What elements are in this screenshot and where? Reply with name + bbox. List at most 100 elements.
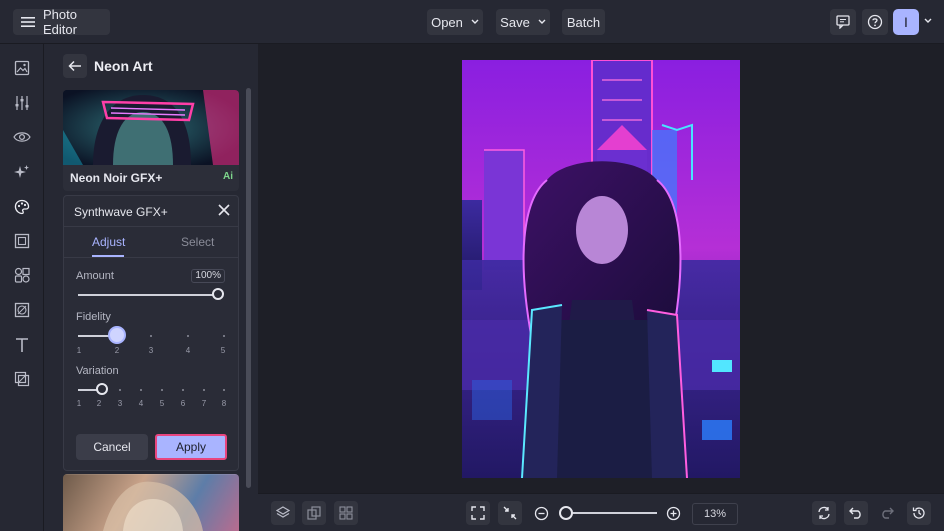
layers-icon bbox=[276, 506, 290, 520]
reset-button[interactable] bbox=[812, 501, 836, 525]
fidelity-tick-label: 1 bbox=[76, 346, 82, 355]
avatar[interactable]: I bbox=[893, 9, 919, 35]
effects-panel: Neon Art Neon Noir GFX+ Ai Synthwave GFX… bbox=[44, 44, 258, 531]
apply-button[interactable]: Apply bbox=[155, 434, 227, 460]
help-button[interactable] bbox=[862, 9, 888, 35]
effect-thumbnail-neon-noir[interactable] bbox=[63, 90, 239, 165]
help-icon bbox=[867, 14, 883, 30]
fit-screen-button[interactable] bbox=[466, 501, 490, 525]
back-button[interactable] bbox=[63, 54, 87, 78]
effect-settings-title: Synthwave GFX+ bbox=[74, 205, 168, 219]
photo-canvas[interactable] bbox=[462, 60, 740, 478]
fidelity-tick bbox=[187, 335, 189, 337]
chevron-down-icon bbox=[538, 19, 546, 25]
feedback-button[interactable] bbox=[830, 9, 856, 35]
history-icon bbox=[912, 506, 926, 520]
batch-label: Batch bbox=[566, 14, 601, 30]
chevron-down-icon[interactable] bbox=[924, 18, 932, 24]
compare-button[interactable] bbox=[302, 501, 326, 525]
fidelity-tick bbox=[150, 335, 152, 337]
redo-button[interactable] bbox=[875, 501, 899, 525]
cancel-button[interactable]: Cancel bbox=[76, 434, 148, 460]
variation-tick bbox=[119, 389, 121, 391]
variation-tick-label: 3 bbox=[117, 399, 123, 408]
variation-slider-thumb[interactable] bbox=[96, 383, 108, 395]
tab-select[interactable]: Select bbox=[181, 235, 214, 249]
active-tab-indicator bbox=[92, 255, 124, 257]
sliders-icon bbox=[14, 95, 30, 111]
fidelity-tick-label: 5 bbox=[220, 346, 226, 355]
amount-slider-track[interactable] bbox=[78, 294, 220, 296]
effect-thumbnail-next[interactable] bbox=[63, 474, 239, 531]
collapse-icon bbox=[503, 506, 517, 520]
overlay-tool[interactable] bbox=[11, 299, 33, 321]
variation-tick-label: 2 bbox=[96, 399, 102, 408]
refresh-icon bbox=[817, 506, 831, 520]
layers-button[interactable] bbox=[271, 501, 295, 525]
tab-adjust[interactable]: Adjust bbox=[92, 235, 125, 249]
variation-label: Variation bbox=[76, 365, 119, 377]
fidelity-slider-thumb[interactable] bbox=[108, 326, 126, 344]
zoom-value-field[interactable]: 13% bbox=[692, 503, 738, 525]
close-icon[interactable] bbox=[216, 202, 232, 218]
variation-tick-label: 7 bbox=[201, 399, 207, 408]
fidelity-tick-label: 2 bbox=[114, 346, 120, 355]
expand-icon bbox=[471, 506, 485, 520]
history-button[interactable] bbox=[907, 501, 931, 525]
text-tool[interactable] bbox=[11, 334, 33, 356]
hamburger-icon bbox=[21, 16, 35, 28]
variation-tick bbox=[140, 389, 142, 391]
top-bar: Photo Editor Open Save Batch I bbox=[0, 0, 944, 44]
actual-size-button[interactable] bbox=[498, 501, 522, 525]
save-button[interactable]: Save bbox=[496, 9, 550, 35]
grid-button[interactable] bbox=[334, 501, 358, 525]
effect-card-footer[interactable]: Neon Noir GFX+ Ai bbox=[63, 165, 239, 191]
graphics-tool[interactable] bbox=[11, 264, 33, 286]
variation-tick bbox=[203, 389, 205, 391]
avatar-initial: I bbox=[904, 14, 908, 30]
zoom-in-icon[interactable] bbox=[666, 506, 681, 521]
chevron-down-icon bbox=[471, 19, 479, 25]
eye-icon bbox=[13, 131, 31, 143]
undo-icon bbox=[849, 507, 863, 519]
texture-icon bbox=[14, 302, 30, 318]
frames-tool[interactable] bbox=[11, 230, 33, 252]
text-icon bbox=[14, 337, 30, 353]
open-button[interactable]: Open bbox=[427, 9, 483, 35]
ai-badge: Ai bbox=[223, 171, 233, 182]
undo-button[interactable] bbox=[844, 501, 868, 525]
batch-button[interactable]: Batch bbox=[562, 9, 605, 35]
zoom-out-icon[interactable] bbox=[534, 506, 549, 521]
artsy-tool[interactable] bbox=[11, 196, 33, 218]
variation-tick-label: 5 bbox=[159, 399, 165, 408]
amount-value-field[interactable]: 100% bbox=[191, 269, 225, 283]
app-title: Photo Editor bbox=[43, 7, 77, 37]
adjust-tool[interactable] bbox=[11, 92, 33, 114]
effect-tabs: Adjust Select bbox=[64, 226, 238, 258]
effect-name: Neon Noir GFX+ bbox=[70, 171, 163, 185]
redo-icon bbox=[880, 507, 894, 519]
left-toolbar bbox=[0, 44, 44, 531]
stickers-tool[interactable] bbox=[11, 368, 33, 390]
view-tool[interactable] bbox=[11, 126, 33, 148]
grid-icon bbox=[339, 506, 353, 520]
save-label: Save bbox=[500, 14, 530, 30]
variation-tick-label: 6 bbox=[180, 399, 186, 408]
shapes-icon bbox=[14, 267, 30, 283]
palette-icon bbox=[14, 199, 30, 215]
zoom-slider-track[interactable] bbox=[565, 512, 657, 514]
effects-tool[interactable] bbox=[11, 161, 33, 183]
menu-button[interactable]: Photo Editor bbox=[13, 7, 110, 37]
panel-scrollbar[interactable] bbox=[246, 88, 251, 488]
image-tool[interactable] bbox=[11, 57, 33, 79]
amount-slider-thumb[interactable] bbox=[212, 288, 224, 300]
sparkle-icon bbox=[14, 164, 30, 180]
zoom-slider-thumb[interactable] bbox=[559, 506, 573, 520]
frame-icon bbox=[14, 233, 30, 249]
image-icon bbox=[14, 60, 30, 76]
fidelity-label: Fidelity bbox=[76, 311, 111, 323]
panel-title: Neon Art bbox=[94, 58, 153, 74]
effect-settings-box: Synthwave GFX+ Adjust Select Amount 100%… bbox=[63, 195, 239, 471]
open-label: Open bbox=[431, 14, 463, 30]
variation-tick bbox=[161, 389, 163, 391]
